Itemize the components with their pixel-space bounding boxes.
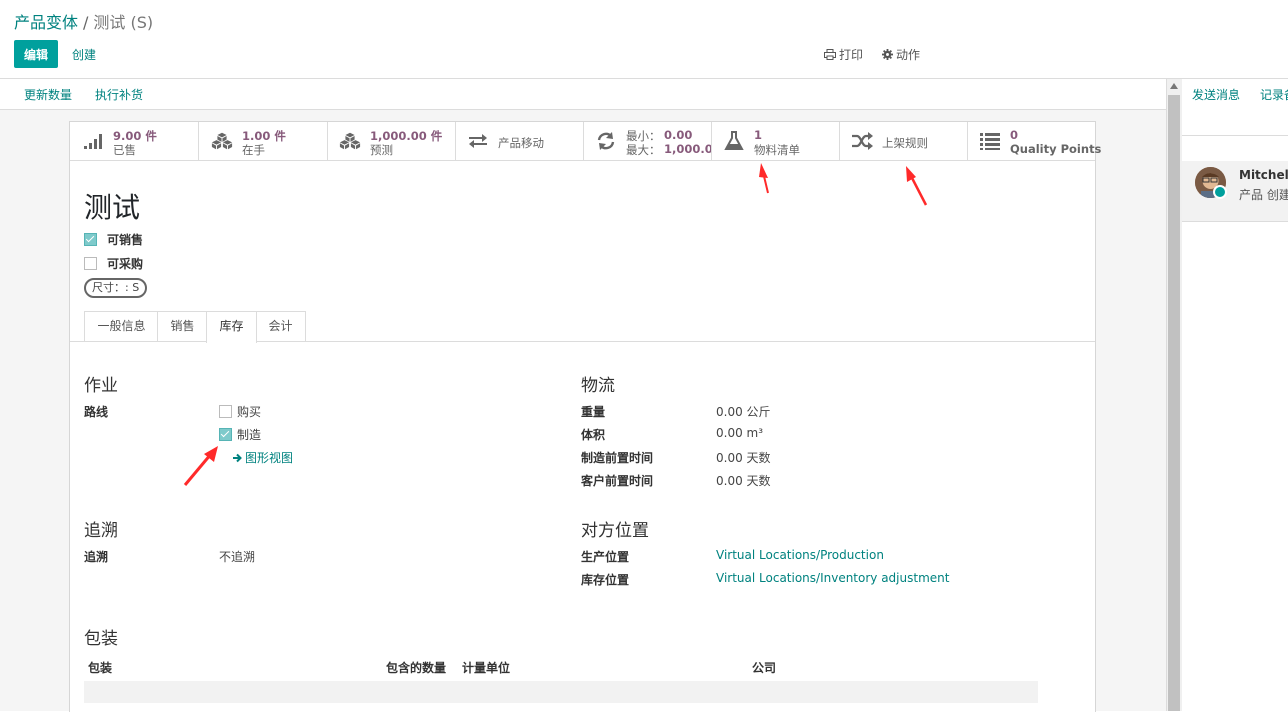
- message-body: 产品 创建: [1239, 188, 1288, 202]
- company-column-header[interactable]: 公司: [752, 659, 776, 676]
- form-scrollbar[interactable]: [1166, 79, 1182, 711]
- tab-accounting[interactable]: 会计: [255, 311, 306, 341]
- volume-value: 0.00 m³: [716, 426, 764, 440]
- reorder-min-value: 0.00: [664, 128, 693, 142]
- breadcrumb-current: 测试 (S): [93, 13, 154, 32]
- can-be-sold-checkbox[interactable]: [84, 233, 97, 246]
- tab-general-info[interactable]: 一般信息: [84, 311, 159, 341]
- form-sheet: 9.00 件 已售 1.00 件 在手 1,000.00 件 预测 产品移动 最…: [69, 121, 1101, 712]
- action-dropdown[interactable]: 动作: [882, 46, 920, 63]
- inventory-location-link[interactable]: Virtual Locations/Inventory adjustment: [716, 571, 949, 585]
- putaway-rules-label: 上架规则: [882, 136, 928, 150]
- manufacturing-lead-time-value: 0.00 天数: [716, 451, 771, 465]
- customer-lead-time-label: 客户前置时间: [581, 474, 654, 488]
- customer-lead-time-value: 0.00 天数: [716, 474, 771, 488]
- inventory-location-label: 库存位置: [581, 573, 630, 587]
- sold-label: 已售: [113, 143, 136, 157]
- exchange-icon: [469, 134, 487, 148]
- send-message-button[interactable]: 发送消息: [1192, 86, 1240, 103]
- product-name: 测试: [84, 191, 141, 224]
- online-status-dot: [1213, 185, 1227, 199]
- reorder-max-value: 1,000.00: [664, 142, 711, 156]
- edit-button[interactable]: 编辑: [14, 40, 58, 68]
- volume-label: 体积: [581, 428, 606, 442]
- can-be-sold-label: 可销售: [107, 233, 144, 247]
- list-icon: [980, 133, 1000, 150]
- weight-label: 重量: [581, 405, 606, 419]
- bom-count: 1: [754, 128, 763, 142]
- logistics-section-title: 物流: [581, 376, 615, 396]
- forecast-smart-button[interactable]: 1,000.00 件 预测: [327, 122, 456, 160]
- sold-smart-button[interactable]: 9.00 件 已售: [70, 122, 199, 160]
- tab-sales[interactable]: 销售: [157, 311, 208, 341]
- forecast-label: 预测: [370, 143, 393, 157]
- print-icon: [824, 49, 836, 60]
- packaging-section-title: 包装: [84, 629, 118, 649]
- manufacturing-lead-time-label: 制造前置时间: [581, 451, 654, 465]
- signal-bars-icon: [84, 134, 102, 149]
- arrow-right-icon: [233, 453, 242, 462]
- smart-button-box: 9.00 件 已售 1.00 件 在手 1,000.00 件 预测 产品移动 最…: [70, 122, 1101, 161]
- operations-section-title: 作业: [84, 376, 118, 396]
- breadcrumb-separator: /: [83, 13, 89, 32]
- product-moves-label: 产品移动: [498, 136, 544, 150]
- replenish-button[interactable]: 执行补货: [95, 86, 143, 103]
- bom-label: 物料清单: [754, 143, 800, 157]
- contained-qty-column-header[interactable]: 包含的数量: [386, 659, 446, 676]
- route-buy-checkbox[interactable]: [219, 405, 232, 418]
- tab-inventory[interactable]: 库存: [206, 311, 257, 343]
- create-button[interactable]: 创建: [72, 46, 96, 63]
- can-be-purchased-checkbox[interactable]: [84, 257, 97, 270]
- print-dropdown[interactable]: 打印: [824, 46, 863, 63]
- production-location-link[interactable]: Virtual Locations/Production: [716, 548, 884, 562]
- reorder-max-label: 最大：: [626, 143, 661, 157]
- bill-of-materials-smart-button[interactable]: 1 物料清单: [711, 122, 840, 160]
- random-icon: [852, 132, 873, 150]
- update-quantity-button[interactable]: 更新数量: [24, 86, 72, 103]
- diagram-view-link[interactable]: 图形视图: [232, 449, 293, 466]
- routes-label: 路线: [84, 405, 109, 419]
- scroll-up-icon[interactable]: [1170, 83, 1178, 89]
- route-manufacture-label: 制造: [237, 428, 262, 442]
- on-hand-label: 在手: [242, 143, 265, 157]
- tracking-value: 不追溯: [219, 550, 256, 564]
- attribute-value-tag: 尺寸：: S: [84, 278, 148, 298]
- tracking-label: 追溯: [84, 550, 109, 564]
- quality-points-label: Quality Points: [1010, 142, 1102, 156]
- on-hand-smart-button[interactable]: 1.00 件 在手: [199, 122, 328, 160]
- notebook-tabs: 一般信息 销售 库存 会计: [70, 311, 1095, 343]
- weight-value: 0.00 公斤: [716, 405, 771, 419]
- refresh-icon: [597, 132, 615, 150]
- route-buy-label: 购买: [237, 405, 262, 419]
- uom-column-header[interactable]: 计量单位: [462, 659, 510, 676]
- reordering-rules-smart-button[interactable]: 最小： 0.00 最大： 1,000.00: [583, 122, 712, 160]
- quality-points-count: 0: [1010, 128, 1019, 142]
- quality-points-smart-button[interactable]: 0 Quality Points: [967, 122, 1101, 160]
- product-moves-smart-button[interactable]: 产品移动: [455, 122, 584, 160]
- diagram-view-label: 图形视图: [245, 451, 294, 465]
- production-location-label: 生产位置: [581, 550, 630, 564]
- log-note-button[interactable]: 记录备: [1260, 86, 1288, 103]
- cubes-icon: [339, 132, 361, 150]
- action-label: 动作: [896, 48, 921, 62]
- breadcrumb: 产品变体 / 测试 (S): [14, 9, 153, 33]
- counterpart-locations-section-title: 对方位置: [581, 521, 649, 541]
- packaging-column-header[interactable]: 包装: [88, 659, 112, 676]
- putaway-rules-smart-button[interactable]: 上架规则: [839, 122, 968, 160]
- flask-icon: [724, 131, 744, 150]
- gear-icon: [882, 49, 893, 60]
- scrollbar-thumb[interactable]: [1168, 95, 1180, 711]
- print-label: 打印: [839, 48, 864, 62]
- chatter-topbar: 发送消息 记录备: [1182, 79, 1288, 136]
- packaging-empty-row: [84, 681, 1038, 703]
- form-statusbar: 更新数量 执行补货: [0, 79, 1166, 110]
- control-panel: 产品变体 / 测试 (S) 编辑 创建 打印 动作: [0, 0, 1288, 79]
- traceability-section-title: 追溯: [84, 521, 118, 541]
- message-author[interactable]: Mitchell A: [1239, 168, 1288, 182]
- can-be-purchased-label: 可采购: [107, 257, 144, 271]
- breadcrumb-parent-link[interactable]: 产品变体: [14, 13, 78, 32]
- route-manufacture-checkbox[interactable]: [219, 428, 232, 441]
- cubes-icon: [211, 132, 233, 150]
